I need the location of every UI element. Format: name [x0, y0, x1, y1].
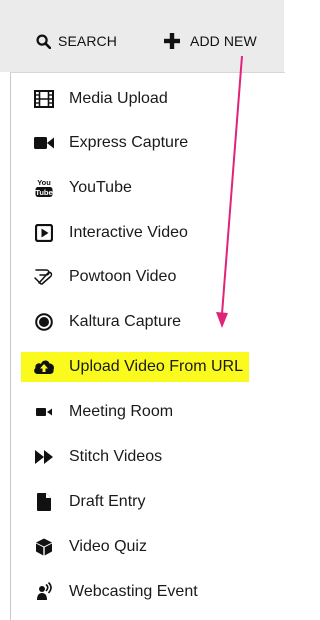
menu-item-express-capture[interactable]: Express Capture [19, 128, 188, 158]
menu-item-label: Draft Entry [69, 493, 146, 510]
menu-item-powtoon-video[interactable]: Powtoon Video [19, 262, 176, 292]
menu-item-youtube[interactable]: You Tube YouTube [19, 173, 132, 203]
search-label: SEARCH [58, 33, 117, 49]
camera-small-icon [33, 401, 55, 423]
plus-icon [164, 33, 180, 49]
menu-item-label: Upload Video From URL [69, 358, 244, 375]
menu-item-label: Powtoon Video [69, 268, 177, 285]
menu-item-meeting-room[interactable]: Meeting Room [19, 397, 173, 427]
menu-item-label: Kaltura Capture [69, 313, 182, 330]
menu-item-label: Express Capture [69, 134, 189, 151]
menu-item-label: Webcasting Event [69, 583, 198, 600]
cloud-upload-icon [33, 356, 55, 378]
menu-item-label: Video Quiz [69, 538, 147, 555]
search-button[interactable]: SEARCH [36, 32, 117, 50]
menu-item-stitch-videos[interactable]: Stitch Videos [19, 442, 162, 472]
toolbar: SEARCH ADD NEW [0, 0, 284, 72]
menu-item-draft-entry[interactable]: Draft Entry [19, 487, 145, 517]
menu-item-label: Interactive Video [69, 224, 188, 241]
powtoon-icon [33, 266, 55, 288]
menu-item-label: Stitch Videos [69, 448, 163, 465]
search-icon [36, 33, 51, 49]
fast-forward-icon [33, 446, 55, 468]
menu-item-upload-video-from-url[interactable]: Upload Video From URL [21, 352, 250, 382]
youtube-icon: You Tube [33, 177, 55, 199]
menu-item-label: Meeting Room [69, 403, 174, 420]
record-icon [33, 311, 55, 333]
add-new-button[interactable]: ADD NEW [164, 32, 257, 50]
add-new-label: ADD NEW [190, 33, 257, 49]
svg-text:You: You [37, 178, 51, 187]
film-icon [33, 88, 55, 110]
add-new-dropdown-menu: Media Upload Express Capture You Tube Yo… [10, 72, 285, 620]
menu-item-webcasting-event[interactable]: Webcasting Event [19, 577, 198, 607]
cube-icon [33, 536, 55, 558]
play-square-icon [33, 222, 55, 244]
file-icon [33, 491, 55, 513]
menu-item-interactive-video[interactable]: Interactive Video [19, 218, 188, 248]
webcast-icon [33, 581, 55, 603]
menu-item-kaltura-capture[interactable]: Kaltura Capture [19, 307, 181, 337]
menu-item-media-upload[interactable]: Media Upload [19, 84, 168, 114]
video-camera-icon [33, 132, 55, 154]
menu-item-label: Media Upload [69, 90, 168, 107]
menu-item-label: YouTube [69, 179, 132, 196]
menu-item-video-quiz[interactable]: Video Quiz [19, 532, 147, 562]
svg-text:Tube: Tube [35, 188, 52, 197]
